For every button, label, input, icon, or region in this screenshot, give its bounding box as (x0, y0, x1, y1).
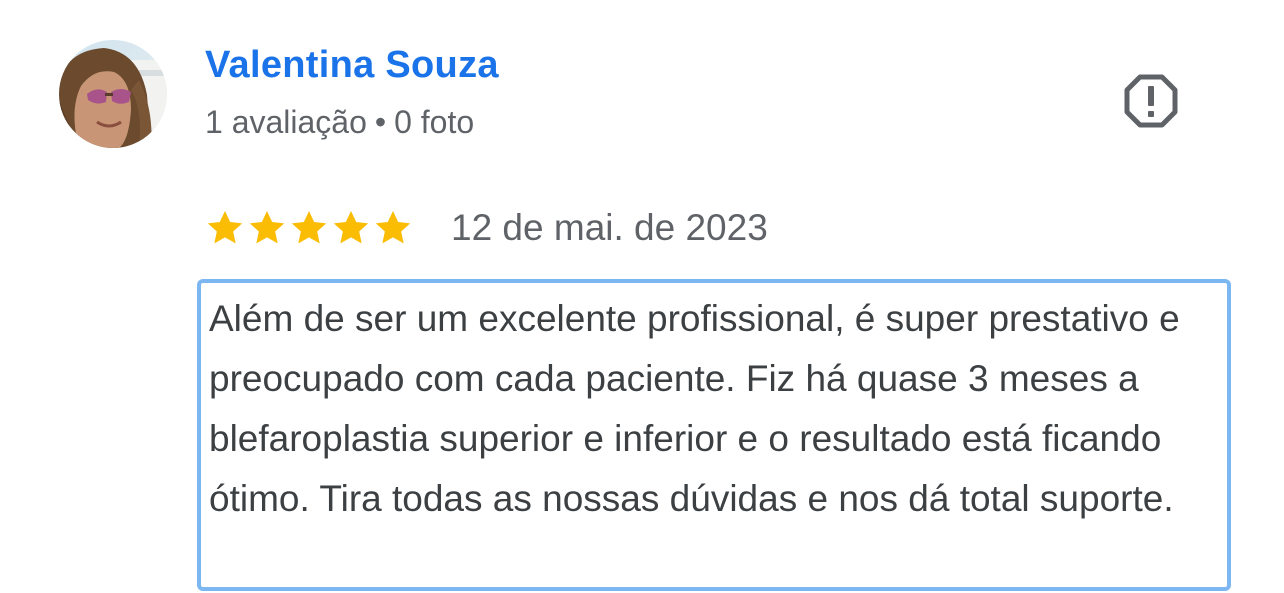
avatar[interactable] (59, 40, 167, 148)
star-icon (249, 211, 285, 244)
reviewer-meta: 1 avaliação • 0 foto (205, 104, 474, 141)
rating-row: 12 de mai. de 2023 (205, 205, 768, 251)
review-text[interactable]: Além de ser um excelente profissional, é… (209, 289, 1229, 529)
star-icon (291, 211, 327, 244)
report-flag-icon (1124, 74, 1178, 128)
reviewer-name[interactable]: Valentina Souza (205, 44, 499, 87)
star-icon (333, 211, 369, 244)
report-button[interactable] (1122, 72, 1180, 130)
meta-separator: • (374, 104, 387, 140)
reviews-count: 1 avaliação (205, 104, 367, 140)
photos-count: 0 foto (394, 104, 475, 140)
review-text-selection[interactable]: Além de ser um excelente profissional, é… (197, 279, 1231, 591)
avatar-photo (59, 40, 167, 148)
star-rating (205, 208, 413, 248)
star-icon (375, 211, 411, 244)
review-card: Valentina Souza 1 avaliação • 0 foto 12 de… (0, 0, 1284, 593)
star-icon (207, 211, 243, 244)
review-date: 12 de mai. de 2023 (451, 207, 768, 248)
